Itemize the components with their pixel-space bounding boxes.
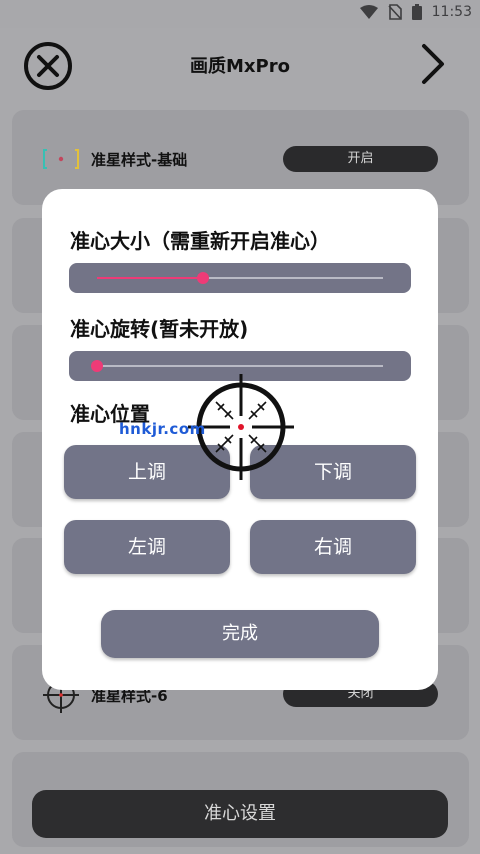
size-label: 准心大小（需重新开启准心）: [70, 229, 330, 253]
toggle-button[interactable]: 开启: [283, 146, 438, 172]
crosshair-style-icon: [43, 149, 79, 169]
page-title: 画质MxPro: [190, 56, 290, 77]
status-bar: 11:53: [0, 0, 480, 28]
move-left-button[interactable]: 左调: [64, 520, 230, 574]
slider-thumb[interactable]: [91, 360, 103, 372]
status-time: 11:53: [431, 4, 472, 20]
slider-track: [97, 365, 383, 367]
list-item-label: 准星样式-基础: [91, 151, 188, 169]
rotation-label: 准心旋转(暂未开放): [70, 317, 249, 341]
move-right-button[interactable]: 右调: [250, 520, 416, 574]
size-slider[interactable]: [69, 263, 411, 293]
no-sim-icon: [388, 4, 402, 20]
slider-thumb[interactable]: [196, 272, 209, 284]
wifi-icon: [359, 5, 378, 19]
slider-fill: [97, 277, 203, 279]
crosshair-settings-button[interactable]: 准心设置: [32, 790, 448, 838]
chevron-right-icon[interactable]: [416, 42, 450, 86]
watermark-text: hnkjr.com: [119, 420, 206, 438]
battery-icon: [411, 4, 422, 20]
done-button[interactable]: 完成: [101, 610, 379, 658]
